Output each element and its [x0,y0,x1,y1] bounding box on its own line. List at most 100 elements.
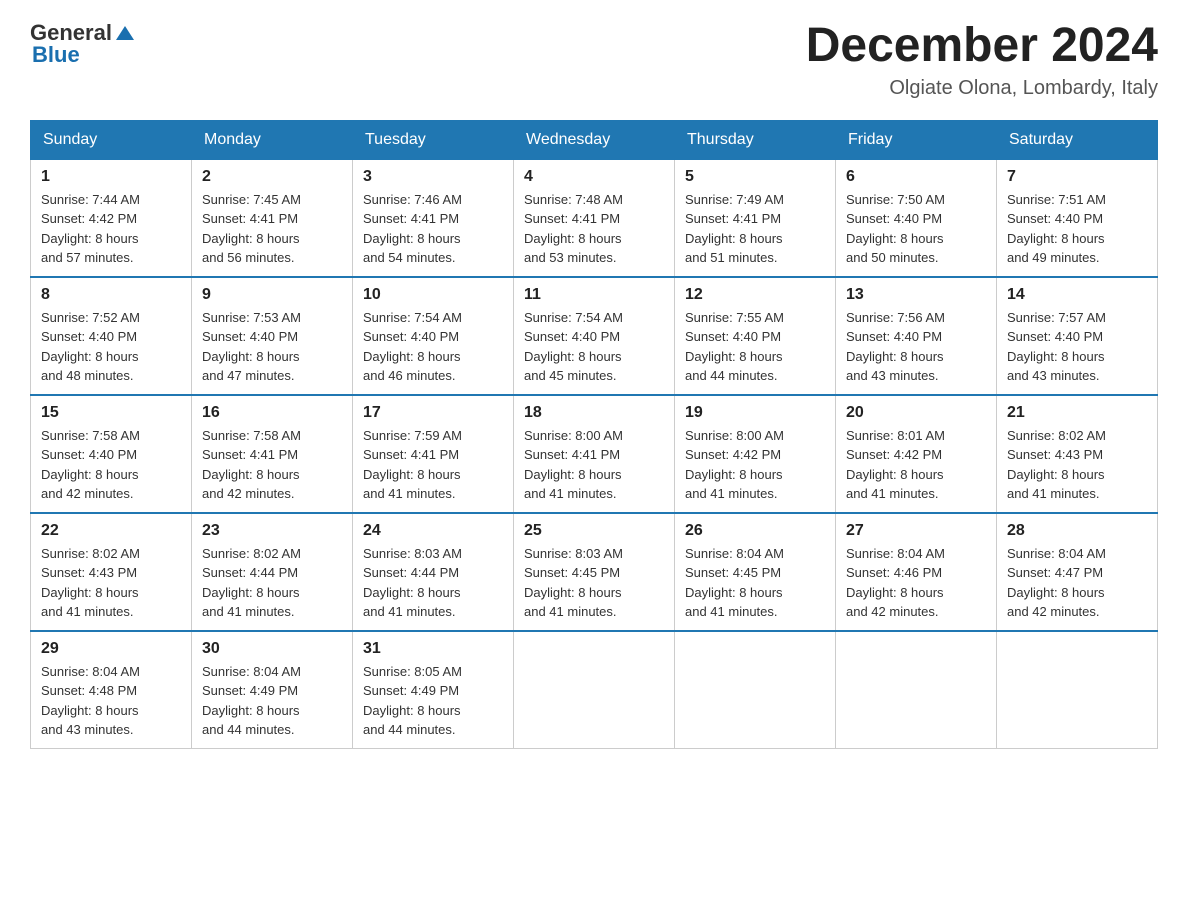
day-info: Sunrise: 7:59 AM Sunset: 4:41 PM Dayligh… [363,426,503,504]
day-number: 28 [1007,522,1147,540]
day-cell: 24 Sunrise: 8:03 AM Sunset: 4:44 PM Dayli… [353,513,514,631]
day-number: 11 [524,286,664,304]
day-info: Sunrise: 7:46 AM Sunset: 4:41 PM Dayligh… [363,190,503,268]
day-info: Sunrise: 7:56 AM Sunset: 4:40 PM Dayligh… [846,308,986,386]
page-header: General Blue December 2024 Olgiate Olona… [30,20,1158,100]
day-cell: 13 Sunrise: 7:56 AM Sunset: 4:40 PM Dayli… [836,277,997,395]
day-number: 9 [202,286,342,304]
day-number: 10 [363,286,503,304]
day-info: Sunrise: 7:57 AM Sunset: 4:40 PM Dayligh… [1007,308,1147,386]
header-cell-monday: Monday [192,120,353,159]
day-cell: 12 Sunrise: 7:55 AM Sunset: 4:40 PM Dayli… [675,277,836,395]
day-info: Sunrise: 7:45 AM Sunset: 4:41 PM Dayligh… [202,190,342,268]
day-number: 18 [524,404,664,422]
day-number: 15 [41,404,181,422]
day-number: 29 [41,640,181,658]
day-cell: 31Sunrise: 8:05 AM Sunset: 4:49 PM Dayli… [353,631,514,749]
day-info: Sunrise: 7:53 AM Sunset: 4:40 PM Dayligh… [202,308,342,386]
day-info: Sunrise: 7:50 AM Sunset: 4:40 PM Dayligh… [846,190,986,268]
week-row-4: 22Sunrise: 8:02 AM Sunset: 4:43 PM Dayli… [31,513,1158,631]
day-info: Sunrise: 8:04 AM Sunset: 4:45 PM Dayligh… [685,544,825,622]
day-number: 8 [41,286,181,304]
calendar-body: 1Sunrise: 7:44 AM Sunset: 4:42 PM Daylig… [31,159,1158,748]
day-info: Sunrise: 8:04 AM Sunset: 4:48 PM Dayligh… [41,662,181,740]
day-info: Sunrise: 8:03 AM Sunset: 4:44 PM Dayligh… [363,544,503,622]
day-number: 21 [1007,404,1147,422]
calendar-header: SundayMondayTuesdayWednesdayThursdayFrid… [31,120,1158,159]
logo-triangle-icon [114,22,136,44]
day-cell: 26 Sunrise: 8:04 AM Sunset: 4:45 PM Dayli… [675,513,836,631]
day-number: 3 [363,168,503,186]
day-cell: 11 Sunrise: 7:54 AM Sunset: 4:40 PM Dayli… [514,277,675,395]
day-info: Sunrise: 7:51 AM Sunset: 4:40 PM Dayligh… [1007,190,1147,268]
week-row-2: 8 Sunrise: 7:52 AM Sunset: 4:40 PM Daylig… [31,277,1158,395]
day-number: 20 [846,404,986,422]
day-number: 6 [846,168,986,186]
day-cell: 15 Sunrise: 7:58 AM Sunset: 4:40 PM Dayli… [31,395,192,513]
day-info: Sunrise: 8:02 AM Sunset: 4:43 PM Dayligh… [1007,426,1147,504]
header-cell-thursday: Thursday [675,120,836,159]
title-area: December 2024 Olgiate Olona, Lombardy, I… [806,20,1158,100]
day-cell [836,631,997,749]
day-cell: 23 Sunrise: 8:02 AM Sunset: 4:44 PM Dayli… [192,513,353,631]
day-info: Sunrise: 8:02 AM Sunset: 4:43 PM Dayligh… [41,544,181,622]
day-number: 4 [524,168,664,186]
day-cell: 7 Sunrise: 7:51 AM Sunset: 4:40 PM Daylig… [997,159,1158,277]
week-row-1: 1Sunrise: 7:44 AM Sunset: 4:42 PM Daylig… [31,159,1158,277]
day-cell: 18 Sunrise: 8:00 AM Sunset: 4:41 PM Dayli… [514,395,675,513]
day-cell: 1Sunrise: 7:44 AM Sunset: 4:42 PM Daylig… [31,159,192,277]
logo: General Blue [30,20,136,68]
day-number: 13 [846,286,986,304]
day-info: Sunrise: 7:52 AM Sunset: 4:40 PM Dayligh… [41,308,181,386]
day-number: 25 [524,522,664,540]
day-info: Sunrise: 7:58 AM Sunset: 4:40 PM Dayligh… [41,426,181,504]
day-cell: 8 Sunrise: 7:52 AM Sunset: 4:40 PM Daylig… [31,277,192,395]
header-cell-sunday: Sunday [31,120,192,159]
day-cell: 30Sunrise: 8:04 AM Sunset: 4:49 PM Dayli… [192,631,353,749]
day-info: Sunrise: 7:55 AM Sunset: 4:40 PM Dayligh… [685,308,825,386]
day-info: Sunrise: 8:00 AM Sunset: 4:42 PM Dayligh… [685,426,825,504]
location: Olgiate Olona, Lombardy, Italy [806,77,1158,100]
day-number: 7 [1007,168,1147,186]
day-cell: 2 Sunrise: 7:45 AM Sunset: 4:41 PM Daylig… [192,159,353,277]
day-cell: 17Sunrise: 7:59 AM Sunset: 4:41 PM Dayli… [353,395,514,513]
day-info: Sunrise: 7:58 AM Sunset: 4:41 PM Dayligh… [202,426,342,504]
day-info: Sunrise: 8:04 AM Sunset: 4:47 PM Dayligh… [1007,544,1147,622]
day-cell: 29 Sunrise: 8:04 AM Sunset: 4:48 PM Dayli… [31,631,192,749]
day-info: Sunrise: 8:03 AM Sunset: 4:45 PM Dayligh… [524,544,664,622]
day-cell: 6 Sunrise: 7:50 AM Sunset: 4:40 PM Daylig… [836,159,997,277]
day-cell [514,631,675,749]
calendar-table: SundayMondayTuesdayWednesdayThursdayFrid… [30,120,1158,749]
day-cell: 21 Sunrise: 8:02 AM Sunset: 4:43 PM Dayli… [997,395,1158,513]
day-cell: 9 Sunrise: 7:53 AM Sunset: 4:40 PM Daylig… [192,277,353,395]
header-cell-tuesday: Tuesday [353,120,514,159]
day-number: 14 [1007,286,1147,304]
day-cell: 25 Sunrise: 8:03 AM Sunset: 4:45 PM Dayli… [514,513,675,631]
day-number: 24 [363,522,503,540]
day-number: 19 [685,404,825,422]
day-number: 12 [685,286,825,304]
day-number: 16 [202,404,342,422]
day-cell: 10Sunrise: 7:54 AM Sunset: 4:40 PM Dayli… [353,277,514,395]
day-info: Sunrise: 8:01 AM Sunset: 4:42 PM Dayligh… [846,426,986,504]
header-cell-wednesday: Wednesday [514,120,675,159]
day-number: 2 [202,168,342,186]
header-row: SundayMondayTuesdayWednesdayThursdayFrid… [31,120,1158,159]
day-number: 5 [685,168,825,186]
day-info: Sunrise: 8:04 AM Sunset: 4:46 PM Dayligh… [846,544,986,622]
day-info: Sunrise: 8:02 AM Sunset: 4:44 PM Dayligh… [202,544,342,622]
day-cell: 22Sunrise: 8:02 AM Sunset: 4:43 PM Dayli… [31,513,192,631]
day-number: 23 [202,522,342,540]
header-cell-friday: Friday [836,120,997,159]
month-title: December 2024 [806,20,1158,73]
day-number: 30 [202,640,342,658]
day-cell: 27Sunrise: 8:04 AM Sunset: 4:46 PM Dayli… [836,513,997,631]
day-info: Sunrise: 7:54 AM Sunset: 4:40 PM Dayligh… [524,308,664,386]
day-cell: 3 Sunrise: 7:46 AM Sunset: 4:41 PM Daylig… [353,159,514,277]
day-cell: 14 Sunrise: 7:57 AM Sunset: 4:40 PM Dayli… [997,277,1158,395]
day-info: Sunrise: 8:05 AM Sunset: 4:49 PM Dayligh… [363,662,503,740]
day-info: Sunrise: 8:00 AM Sunset: 4:41 PM Dayligh… [524,426,664,504]
week-row-5: 29 Sunrise: 8:04 AM Sunset: 4:48 PM Dayli… [31,631,1158,749]
day-number: 1 [41,168,181,186]
day-number: 26 [685,522,825,540]
